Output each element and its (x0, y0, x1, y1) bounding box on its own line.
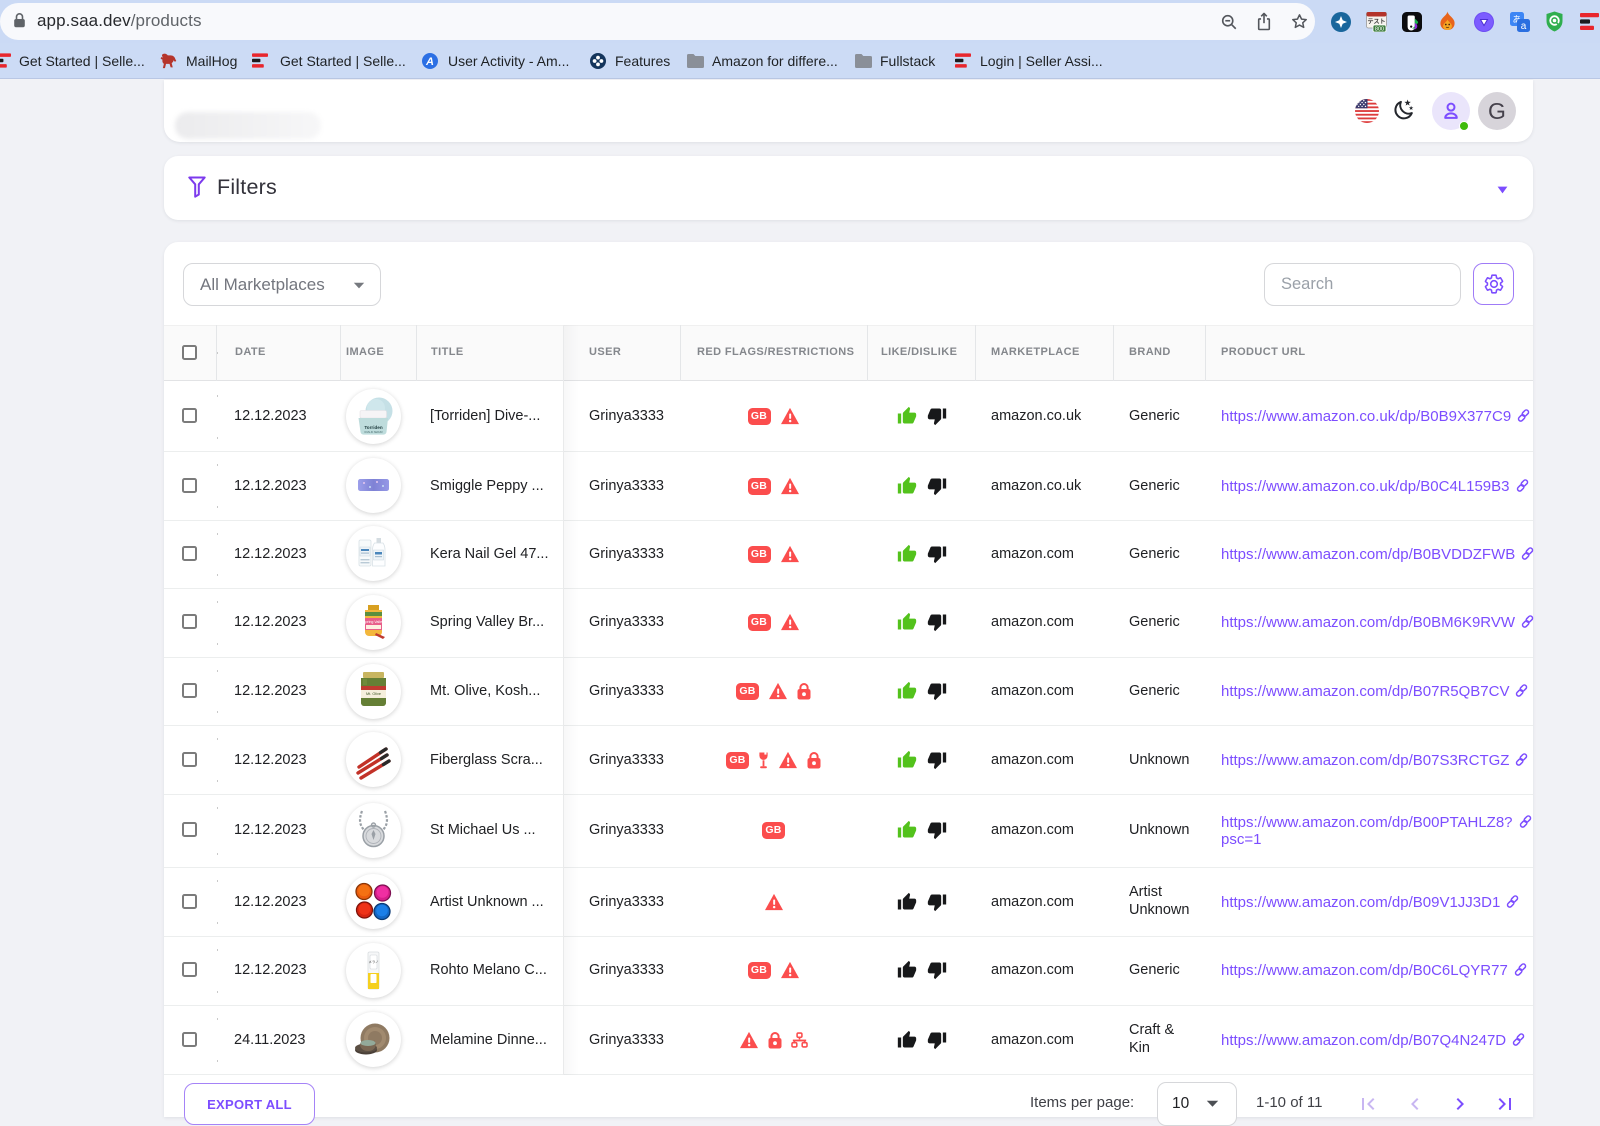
svg-text:800: 800 (1375, 27, 1384, 33)
svg-text:Mt. Olive: Mt. Olive (366, 692, 381, 696)
svg-text:a: a (1521, 21, 1527, 32)
svg-text:メラノ: メラノ (368, 959, 378, 964)
svg-text:A: A (425, 56, 434, 68)
svg-text:DIVE-IN SERUM: DIVE-IN SERUM (364, 431, 382, 434)
svg-text:テスト: テスト (1367, 19, 1385, 26)
svg-text:Spring Valley: Spring Valley (363, 620, 384, 624)
svg-text:Torriden: Torriden (364, 425, 382, 430)
